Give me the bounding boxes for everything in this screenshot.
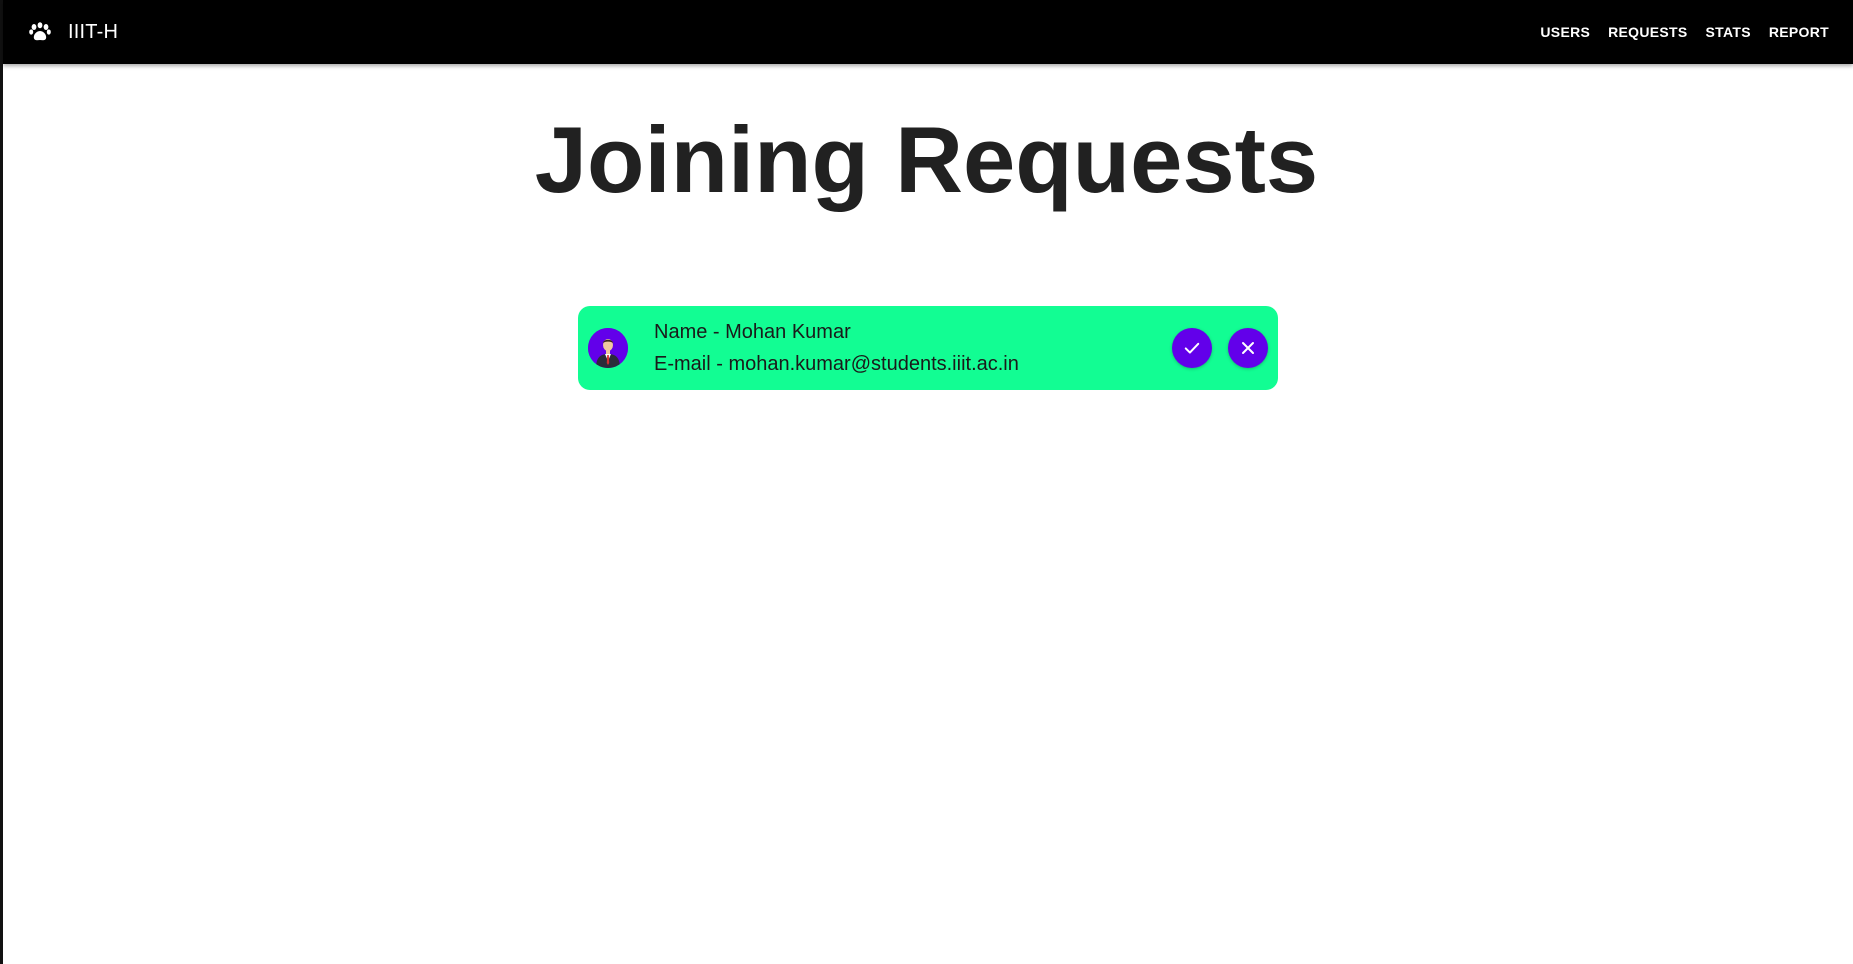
close-icon <box>1242 342 1254 354</box>
page-title: Joining Requests <box>534 107 1319 212</box>
app-title: IIIT-H <box>68 20 119 43</box>
reject-button[interactable] <box>1228 328 1268 368</box>
accept-button[interactable] <box>1172 328 1212 368</box>
user-avatar-icon <box>588 328 628 368</box>
request-actions <box>1156 328 1268 368</box>
request-name: Name - Mohan Kumar <box>654 321 851 343</box>
nav-report[interactable]: REPORT <box>1760 16 1838 48</box>
nav-stats[interactable]: STATS <box>1697 16 1760 48</box>
request-email: E-mail - mohan.kumar@students.iiit.ac.in <box>654 353 1019 375</box>
request-card: Name - Mohan Kumar E-mail - mohan.kumar@… <box>578 306 1278 390</box>
check-icon <box>1184 342 1200 354</box>
nav-requests[interactable]: REQUESTS <box>1599 16 1696 48</box>
top-nav: USERS REQUESTS STATS REPORT <box>1531 16 1838 48</box>
request-info: Name - Mohan Kumar E-mail - mohan.kumar@… <box>654 316 1019 380</box>
paw-icon[interactable] <box>27 19 53 45</box>
app-bar: IIIT-H USERS REQUESTS STATS REPORT <box>3 0 1853 64</box>
nav-users[interactable]: USERS <box>1531 16 1599 48</box>
